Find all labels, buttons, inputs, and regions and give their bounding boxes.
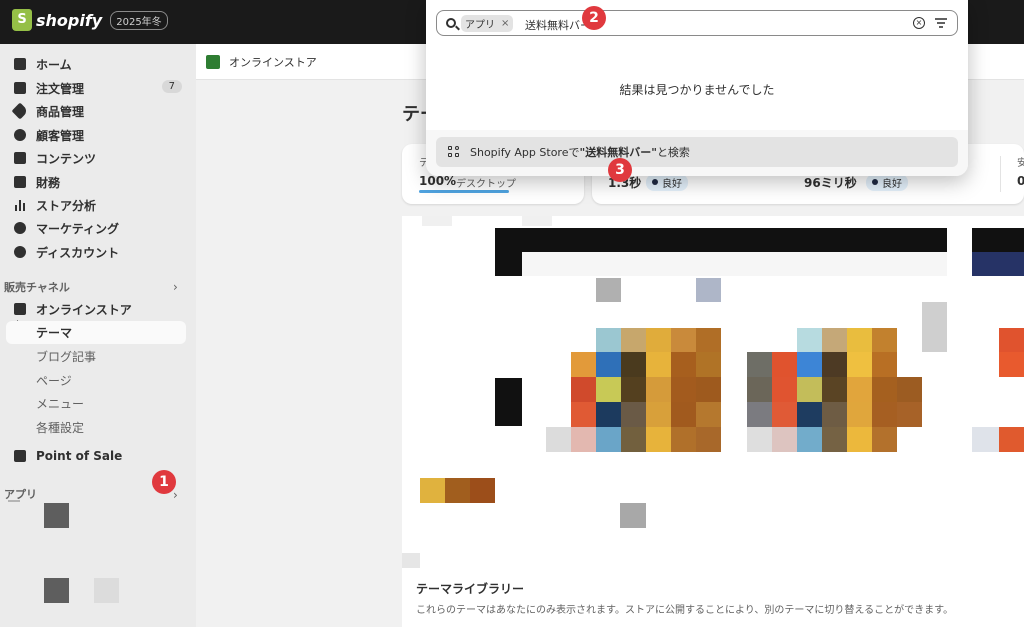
- popup-footer: Shopify App Storeで "送料無料バー" と検索: [426, 130, 968, 176]
- sidebar-item-products[interactable]: 商品管理: [6, 100, 186, 122]
- step-marker-3: 3: [608, 158, 632, 182]
- sidebar-item-customers[interactable]: 顧客管理: [6, 124, 186, 146]
- app-store-prefix: Shopify App Storeで: [470, 146, 580, 159]
- sidebar-subitem-preferences[interactable]: 各種設定: [36, 419, 84, 436]
- tag-icon: [11, 102, 29, 120]
- sidebar-item-label: Point of Sale: [36, 449, 123, 463]
- content-icon: [14, 152, 26, 164]
- step-marker-2: 2: [582, 6, 606, 30]
- search-input[interactable]: アプリ × 送料無料バー ×: [436, 10, 958, 36]
- theme-library-description: これらのテーマはあなたにのみ表示されます。ストアに公開することにより、別のテーマ…: [416, 605, 954, 616]
- sidebar-subitem-blog-posts[interactable]: ブログ記事: [36, 348, 96, 365]
- sidebar-item-label: 財務: [36, 175, 61, 190]
- metric-label: 安: [1017, 158, 1024, 169]
- status-badge: 良好: [866, 174, 908, 191]
- theme-preview-image[interactable]: [402, 216, 1024, 570]
- target-icon: [14, 222, 26, 234]
- theme-library-title: テーマライブラリー: [416, 582, 525, 596]
- app-store-suffix: と検索: [656, 146, 690, 159]
- sidebar-item-finance[interactable]: 財務: [6, 171, 186, 193]
- search-popup: アプリ × 送料無料バー × 結果は見つかりませんでした Shopify App…: [426, 0, 968, 176]
- filter-chip-apps[interactable]: アプリ ×: [461, 15, 514, 32]
- orders-count-badge: 7: [161, 80, 182, 93]
- sidebar-subitem-menus[interactable]: メニュー: [36, 395, 84, 412]
- store-icon: [14, 303, 26, 315]
- app-icon-placeholder[interactable]: [44, 503, 69, 528]
- shopify-bag-icon: [12, 9, 32, 31]
- filter-icon[interactable]: [935, 18, 947, 28]
- sidebar-item-label: マーケティング: [36, 221, 120, 236]
- metric-value: 96ミリ秒: [804, 176, 857, 190]
- clear-search-icon[interactable]: ×: [913, 17, 925, 29]
- app-icon-placeholder[interactable]: [94, 578, 119, 603]
- apps-icon: [448, 146, 460, 158]
- sidebar-item-label: ストア分析: [36, 198, 97, 213]
- sidebar-item-label: コンテンツ: [36, 151, 97, 166]
- no-results-message: 結果は見つかりませんでした: [619, 83, 775, 97]
- sidebar-item-discounts[interactable]: ディスカウント: [6, 241, 186, 263]
- metric-value: 0: [1017, 174, 1024, 188]
- chevron-right-icon[interactable]: ›: [173, 488, 178, 502]
- discount-icon: [14, 246, 26, 258]
- bar-chart-icon: [14, 199, 26, 211]
- chevron-right-icon[interactable]: ›: [173, 280, 178, 294]
- search-app-store-button[interactable]: Shopify App Storeで "送料無料バー" と検索: [436, 137, 958, 167]
- sidebar-item-analytics[interactable]: ストア分析: [6, 194, 186, 216]
- chip-remove-icon[interactable]: ×: [501, 18, 509, 29]
- shopify-logo[interactable]: shopify 2025年冬: [12, 9, 168, 31]
- sidebar-item-content[interactable]: コンテンツ: [6, 147, 186, 169]
- inbox-icon: [14, 82, 26, 94]
- edition-badge: 2025年冬: [110, 10, 168, 30]
- home-icon: [14, 58, 26, 70]
- sidebar-item-label: ホーム: [36, 57, 72, 72]
- app-placeholder: [8, 500, 20, 502]
- progress-bar: [419, 190, 509, 193]
- metric-note: デスクトップ: [456, 179, 516, 190]
- sidebar-item-online-store[interactable]: オンラインストア: [6, 298, 186, 320]
- theme-library-section: テーマライブラリー これらのテーマはあなたにのみ表示されます。ストアに公開するこ…: [402, 570, 1024, 627]
- sidebar-item-label: 注文管理: [36, 81, 85, 96]
- filter-chip-label: アプリ: [465, 20, 495, 31]
- metric-value: 100%: [419, 174, 457, 188]
- pos-icon: [14, 450, 26, 462]
- brand-wordmark: shopify: [36, 10, 103, 30]
- sidebar-item-label: ディスカウント: [36, 245, 120, 260]
- sidebar-item-label: 顧客管理: [36, 128, 85, 143]
- sidebar-item-marketing[interactable]: マーケティング: [6, 217, 186, 239]
- person-icon: [14, 129, 26, 141]
- bank-icon: [14, 176, 26, 188]
- online-store-icon: [206, 55, 220, 69]
- search-icon: [446, 18, 456, 28]
- divider: [1000, 156, 1001, 192]
- sidebar-subitem-themes[interactable]: テーマ: [6, 321, 186, 344]
- sidebar-item-label: オンラインストア: [36, 302, 132, 317]
- sidebar-item-label: 商品管理: [36, 104, 85, 119]
- sales-channels-heading: 販売チャネル: [4, 281, 70, 294]
- sidebar-item-home[interactable]: ホーム: [6, 53, 186, 75]
- step-marker-1: 1: [152, 470, 176, 494]
- app-icon-placeholder[interactable]: [44, 578, 69, 603]
- sidebar-subitem-pages[interactable]: ページ: [36, 372, 72, 389]
- sidebar-item-pos[interactable]: Point of Sale: [6, 445, 186, 467]
- header-title[interactable]: オンラインストア: [229, 54, 317, 70]
- status-badge: 良好: [646, 174, 688, 191]
- sidebar-item-orders[interactable]: 注文管理 7: [6, 77, 186, 99]
